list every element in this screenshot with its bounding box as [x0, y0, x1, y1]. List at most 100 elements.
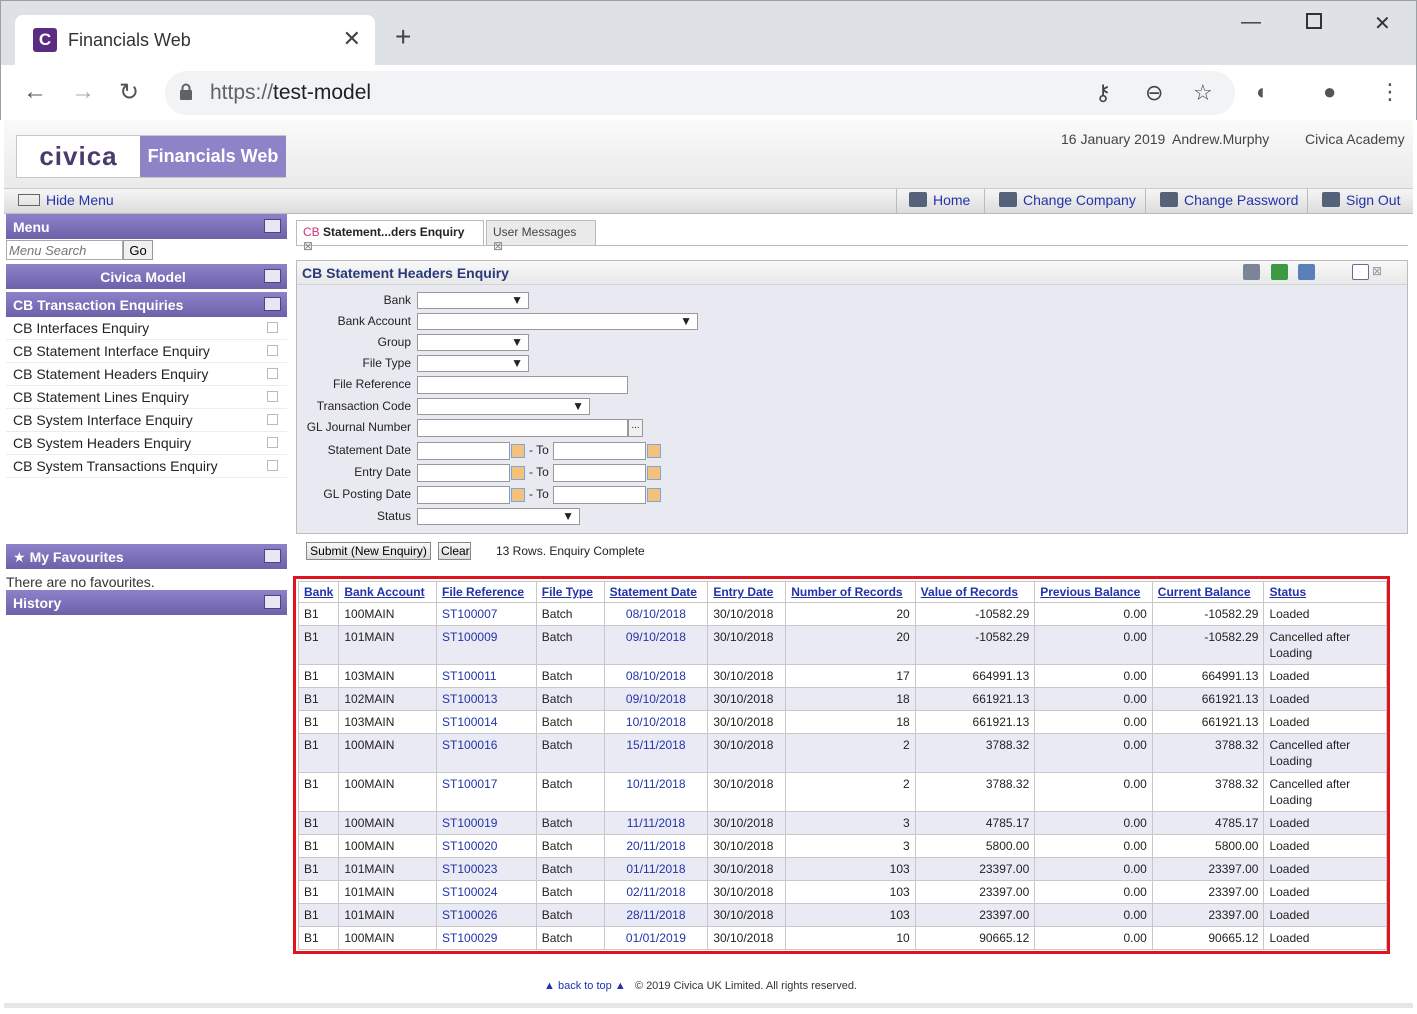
- column-header[interactable]: Value of Records: [914, 581, 1036, 603]
- table-cell[interactable]: ST100024: [436, 880, 537, 904]
- calendar-icon[interactable]: [511, 444, 525, 458]
- statement-date-from-input[interactable]: [417, 442, 510, 460]
- bank-select[interactable]: ▼: [417, 292, 529, 309]
- table-row[interactable]: B1 103MAIN ST100014 Batch 10/10/2018 30/10/20…: [297, 710, 1387, 734]
- table-cell[interactable]: ST100019: [436, 811, 537, 835]
- calendar-icon[interactable]: [647, 488, 661, 502]
- print-icon[interactable]: [1243, 264, 1260, 280]
- status-select[interactable]: ▼: [417, 508, 580, 525]
- home-link[interactable]: Home: [896, 189, 984, 214]
- change-company-link[interactable]: Change Company: [984, 189, 1144, 214]
- bank-account-select[interactable]: ▼: [417, 313, 698, 330]
- table-row[interactable]: B1 101MAIN ST100023 Batch 01/11/2018 30/10/20…: [297, 857, 1387, 881]
- table-cell[interactable]: 08/10/2018: [603, 602, 709, 626]
- zoom-out-icon[interactable]: ⊖: [1145, 80, 1163, 106]
- calendar-icon[interactable]: [647, 444, 661, 458]
- gl-journal-input[interactable]: [417, 419, 628, 437]
- history-header[interactable]: History: [6, 590, 287, 615]
- export-icon[interactable]: [1298, 264, 1315, 280]
- back-to-top-link[interactable]: back to top: [558, 980, 612, 992]
- table-cell[interactable]: ST100029: [436, 926, 537, 950]
- address-bar[interactable]: https://test-model ⚷ ⊖ ☆: [165, 71, 1235, 115]
- close-tab-icon[interactable]: ✕: [343, 26, 361, 52]
- table-cell[interactable]: 09/10/2018: [603, 625, 709, 665]
- calendar-icon[interactable]: [511, 488, 525, 502]
- open-new-window-icon[interactable]: [267, 437, 278, 448]
- forward-icon[interactable]: →: [71, 78, 95, 106]
- table-cell[interactable]: 01/01/2019: [603, 926, 709, 950]
- table-cell[interactable]: 28/11/2018: [603, 903, 709, 927]
- sign-out-link[interactable]: Sign Out: [1307, 189, 1411, 214]
- table-cell[interactable]: ST100016: [436, 733, 537, 773]
- close-window-icon[interactable]: ✕: [1374, 11, 1391, 36]
- table-cell[interactable]: 09/10/2018: [603, 687, 709, 711]
- column-header[interactable]: Entry Date: [707, 581, 787, 603]
- table-row[interactable]: B1 101MAIN ST100026 Batch 28/11/2018 30/10/20…: [297, 903, 1387, 927]
- clear-button[interactable]: Clear: [438, 542, 471, 560]
- reload-icon[interactable]: ↻: [119, 78, 139, 107]
- group-select[interactable]: ▼: [417, 334, 529, 351]
- sidebar-item[interactable]: CB Statement Headers Enquiry: [6, 363, 287, 386]
- browser-menu-icon[interactable]: ⋮: [1379, 79, 1401, 105]
- column-header[interactable]: Bank: [297, 581, 340, 603]
- favourites-toggle-icon[interactable]: [264, 549, 281, 563]
- sidebar-item[interactable]: CB System Headers Enquiry: [6, 432, 287, 455]
- open-new-window-icon[interactable]: [267, 414, 278, 425]
- calendar-icon[interactable]: [647, 466, 661, 480]
- open-new-window-icon[interactable]: [267, 345, 278, 356]
- statement-date-to-input[interactable]: [553, 442, 646, 460]
- table-row[interactable]: B1 100MAIN ST100007 Batch 08/10/2018 30/10/20…: [297, 602, 1387, 626]
- open-new-window-icon[interactable]: [267, 368, 278, 379]
- sidebar-item[interactable]: CB Statement Interface Enquiry: [6, 340, 287, 363]
- close-tab-x-icon[interactable]: ⊠: [493, 239, 503, 253]
- column-header[interactable]: Status: [1263, 581, 1387, 603]
- transaction-code-select[interactable]: ▼: [417, 398, 590, 415]
- extension-icon[interactable]: ◐: [1256, 79, 1269, 105]
- back-icon[interactable]: ←: [23, 78, 47, 106]
- window-icon[interactable]: [1352, 264, 1369, 280]
- table-cell[interactable]: ST100026: [436, 903, 537, 927]
- gl-posting-date-to-input[interactable]: [553, 486, 646, 504]
- open-new-window-icon[interactable]: [267, 460, 278, 471]
- section-header[interactable]: CB Transaction Enquiries: [6, 292, 287, 317]
- column-header[interactable]: File Type: [535, 581, 605, 603]
- table-cell[interactable]: ST100013: [436, 687, 537, 711]
- new-tab-icon[interactable]: +: [395, 23, 411, 51]
- model-header[interactable]: Civica Model: [6, 264, 287, 289]
- menu-search-input[interactable]: [6, 240, 123, 260]
- browser-tab[interactable]: C Financials Web ✕: [15, 15, 375, 65]
- table-cell[interactable]: 15/11/2018: [603, 733, 709, 773]
- column-header[interactable]: Previous Balance: [1034, 581, 1153, 603]
- table-cell[interactable]: 20/11/2018: [603, 834, 709, 858]
- hide-menu-button[interactable]: Hide Menu: [18, 192, 114, 208]
- table-cell[interactable]: 10/10/2018: [603, 710, 709, 734]
- table-cell[interactable]: 08/10/2018: [603, 664, 709, 688]
- menu-toggle-icon[interactable]: [264, 219, 281, 233]
- table-cell[interactable]: ST100009: [436, 625, 537, 665]
- table-row[interactable]: B1 103MAIN ST100011 Batch 08/10/2018 30/10/20…: [297, 664, 1387, 688]
- table-row[interactable]: B1 100MAIN ST100016 Batch 15/11/2018 30/10/20…: [297, 733, 1387, 773]
- sidebar-item[interactable]: CB Statement Lines Enquiry: [6, 386, 287, 409]
- table-cell[interactable]: ST100014: [436, 710, 537, 734]
- calendar-icon[interactable]: [511, 466, 525, 480]
- column-header[interactable]: Number of Records: [785, 581, 916, 603]
- file-type-select[interactable]: ▼: [417, 355, 529, 372]
- close-tab-x-icon[interactable]: ⊠: [303, 239, 313, 253]
- table-cell[interactable]: ST100020: [436, 834, 537, 858]
- sidebar-item[interactable]: CB Interfaces Enquiry: [6, 317, 287, 340]
- gl-journal-lookup-button[interactable]: ...: [628, 419, 643, 437]
- favourites-header[interactable]: ★ My Favourites: [6, 544, 287, 569]
- table-row[interactable]: B1 101MAIN ST100009 Batch 09/10/2018 30/10/20…: [297, 625, 1387, 665]
- table-cell[interactable]: 10/11/2018: [603, 772, 709, 812]
- key-icon[interactable]: ⚷: [1095, 80, 1111, 106]
- section-up-icon[interactable]: [264, 297, 281, 311]
- table-cell[interactable]: ST100007: [436, 602, 537, 626]
- sidebar-item[interactable]: CB System Transactions Enquiry: [6, 455, 287, 478]
- table-cell[interactable]: ST100011: [436, 664, 537, 688]
- table-row[interactable]: B1 102MAIN ST100013 Batch 09/10/2018 30/10/20…: [297, 687, 1387, 711]
- tab-user-messages[interactable]: User Messages ⊠: [486, 220, 596, 253]
- menu-search-go-button[interactable]: Go: [123, 240, 153, 260]
- open-new-window-icon[interactable]: [267, 391, 278, 402]
- sidebar-item[interactable]: CB System Interface Enquiry: [6, 409, 287, 432]
- bookmark-star-icon[interactable]: ☆: [1193, 80, 1213, 106]
